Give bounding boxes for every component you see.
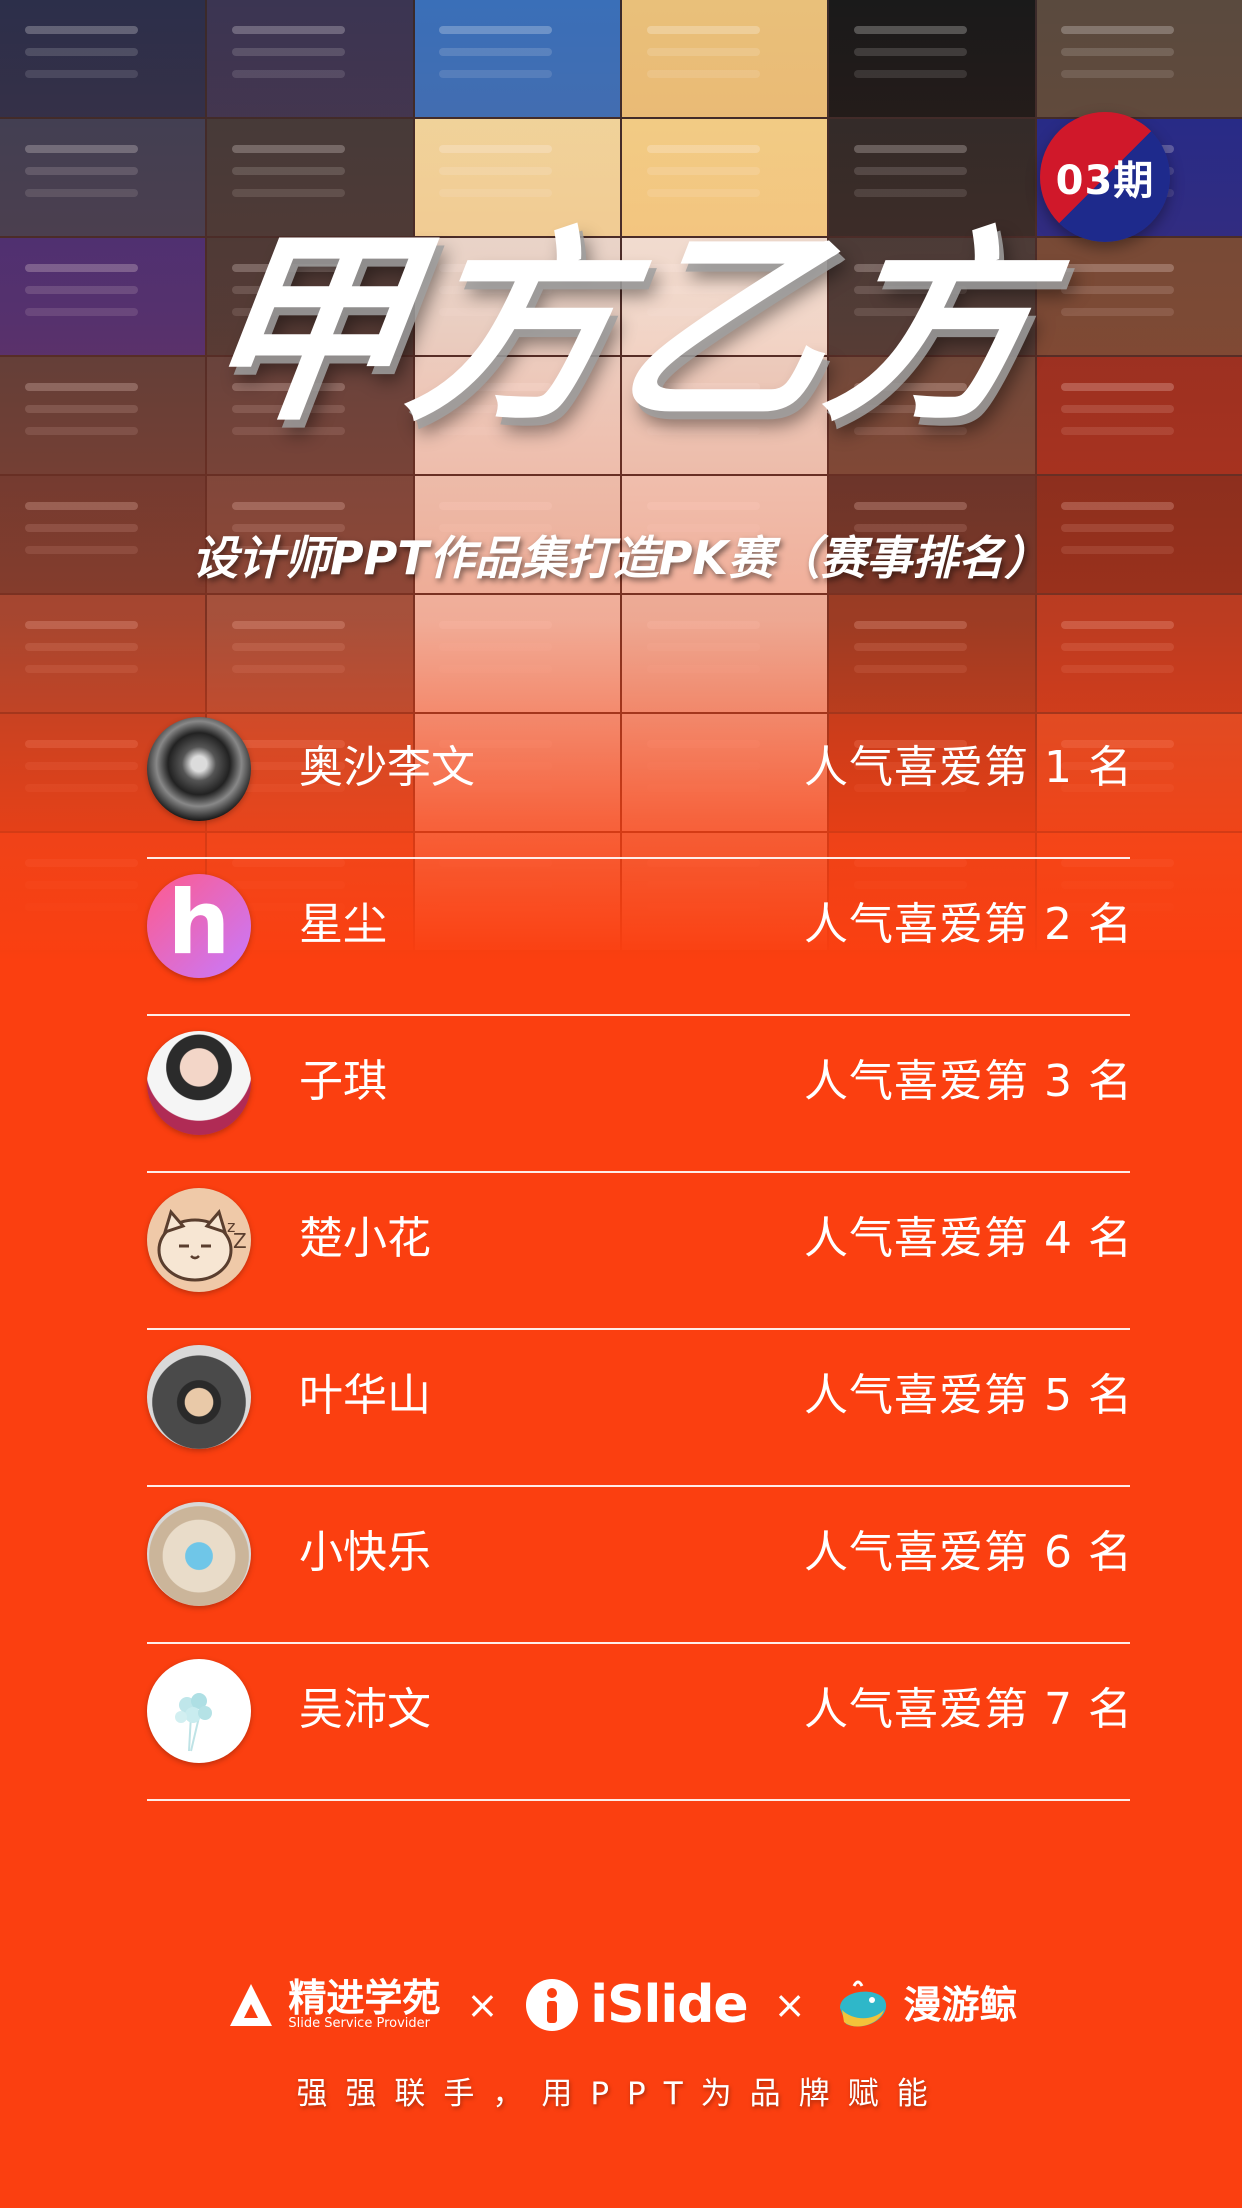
brand-manyoujing-name: 漫游鲸	[903, 1983, 1018, 2027]
avatar	[147, 1659, 251, 1763]
ranking-row-7: 吴沛文 人气喜爱第 7 名	[147, 1644, 1133, 1801]
jingjin-logo-icon	[230, 1984, 273, 2026]
designer-name: 子琪	[299, 1056, 387, 1107]
ranking-row-5: 叶华山 人气喜爱第 5 名	[147, 1330, 1133, 1487]
brand-islide: iSlide	[524, 1975, 749, 2035]
avatar: h	[147, 874, 251, 978]
avatar	[147, 1031, 251, 1135]
times-separator: ×	[466, 1983, 499, 2027]
designer-name: 小快乐	[299, 1527, 431, 1578]
brand-manyoujing: 漫游鲸	[832, 1974, 1018, 2036]
times-separator: ×	[773, 1983, 806, 2027]
ranking-row-2: h 星尘 人气喜爱第 2 名	[147, 859, 1133, 1016]
designer-name: 奥沙李文	[299, 742, 475, 793]
footer: 精进学苑 Slide Service Provider × iSlide × 漫…	[0, 1960, 1242, 2113]
ranking-row-6: 小快乐 人气喜爱第 6 名	[147, 1487, 1133, 1644]
rank-label: 人气喜爱第 5 名	[804, 1370, 1133, 1421]
avatar	[147, 717, 251, 821]
designer-name: 楚小花	[299, 1213, 431, 1264]
brand-islide-name: iSlide	[590, 1975, 748, 2035]
designer-name: 吴沛文	[299, 1684, 431, 1735]
ranking-row-1: 奥沙李文 人气喜爱第 1 名	[147, 702, 1133, 859]
designer-name: 叶华山	[299, 1370, 431, 1421]
avatar	[147, 1502, 251, 1606]
islide-logo-icon	[526, 1979, 579, 2031]
rank-label: 人气喜爱第 2 名	[804, 899, 1133, 950]
subtitle: 设计师PPT作品集打造PK赛（赛事排名）	[191, 531, 1051, 585]
brand-jingjin-tagline: Slide Service Provider	[288, 2015, 430, 2031]
avatar: z Z	[147, 1188, 251, 1292]
brand-jingjin-name: 精进学苑	[288, 1975, 441, 2020]
issue-badge-label: 03期	[1055, 158, 1155, 204]
main-title: 甲方乙方	[186, 211, 1056, 449]
designer-name: 星尘	[299, 899, 387, 950]
rank-label: 人气喜爱第 6 名	[804, 1527, 1133, 1578]
rank-label: 人气喜爱第 1 名	[804, 742, 1133, 793]
rank-label: 人气喜爱第 3 名	[804, 1056, 1133, 1107]
ranking-row-3: 子琪 人气喜爱第 3 名	[147, 1016, 1133, 1173]
brand-jingjin: 精进学苑 Slide Service Provider	[224, 1978, 440, 2032]
sleepy-cat-icon: z Z	[157, 1208, 247, 1282]
rank-label: 人气喜爱第 7 名	[804, 1684, 1133, 1735]
slogan: 强强联手，用PPT为品牌赋能	[296, 2076, 946, 2112]
ranking-row-4: z Z 楚小花 人气喜爱第 4 名	[147, 1173, 1133, 1330]
balloons-icon	[175, 1693, 212, 1752]
ranking-list: 奥沙李文 人气喜爱第 1 名 h 星尘 人气喜爱第 2 名 子琪 人气喜爱第 3…	[147, 702, 1133, 1801]
whale-logo-icon	[839, 1980, 886, 2027]
rank-label: 人气喜爱第 4 名	[804, 1213, 1133, 1264]
avatar-letter: h	[167, 874, 231, 974]
avatar	[147, 1345, 251, 1449]
partner-brands: 精进学苑 Slide Service Provider × iSlide × 漫…	[0, 1960, 1242, 2050]
svg-text:Z: Z	[233, 1229, 247, 1253]
